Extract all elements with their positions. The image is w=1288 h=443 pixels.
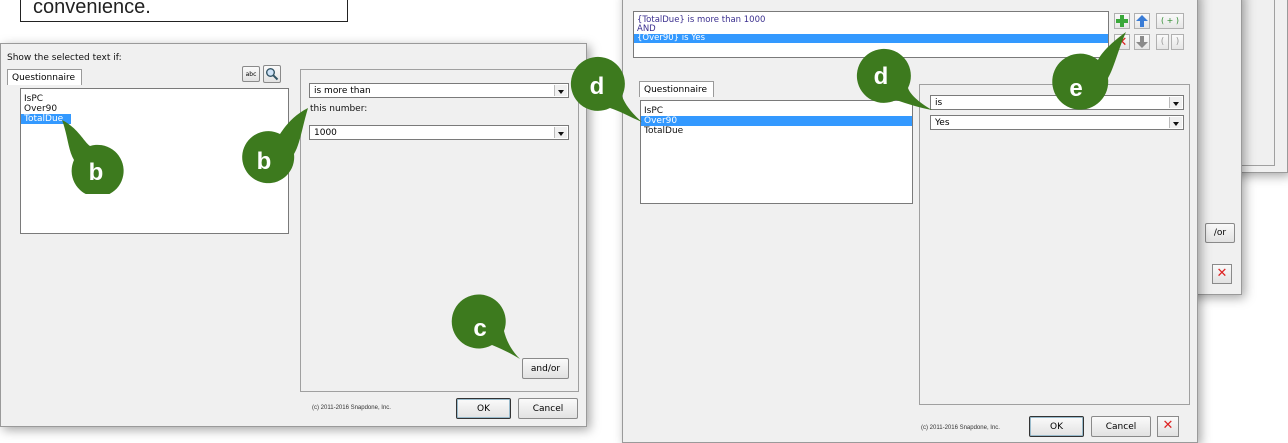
condition-item[interactable]: {TotalDue} is more than 1000: [634, 16, 1108, 25]
open-paren-button[interactable]: (: [1156, 34, 1169, 50]
value-label: this number:: [310, 104, 368, 114]
operator-value: is: [935, 98, 943, 108]
arrow-down-icon: [1136, 36, 1148, 48]
andor-button-partial[interactable]: /or: [1205, 223, 1235, 243]
add-condition-button[interactable]: [1114, 13, 1130, 29]
cancel-button[interactable]: Cancel: [1091, 416, 1151, 437]
search-icon: [266, 68, 279, 81]
operator-value: is more than: [314, 86, 371, 96]
tab-questionnaire[interactable]: Questionnaire: [639, 81, 715, 97]
add-paren-button[interactable]: ( + ): [1156, 13, 1184, 29]
copyright: (c) 2011-2016 Snapdone, Inc.: [312, 405, 391, 411]
marker-label: b: [89, 159, 104, 186]
value-text: Yes: [935, 118, 950, 128]
add-paren-label: ( + ): [1160, 16, 1180, 25]
copyright: (c) 2011-2016 Snapdone, Inc.: [921, 425, 1000, 431]
close-paren-button[interactable]: ): [1171, 34, 1184, 50]
value-text: 1000: [314, 128, 337, 138]
close-icon[interactable]: ✕: [1157, 416, 1179, 437]
marker-d-2: d: [856, 48, 932, 110]
marker-b-2: b: [242, 108, 308, 184]
cancel-button[interactable]: Cancel: [518, 398, 578, 419]
marker-label: d: [590, 73, 605, 100]
chevron-down-icon[interactable]: [1169, 117, 1182, 128]
plus-icon: [1116, 15, 1128, 27]
tab-questionnaire[interactable]: Questionnaire: [7, 69, 83, 85]
move-down-button[interactable]: [1134, 34, 1150, 50]
marker-c: c: [451, 294, 520, 359]
move-up-button[interactable]: [1134, 13, 1150, 29]
open-paren-label: (: [1160, 37, 1165, 47]
ok-button[interactable]: OK: [1029, 416, 1084, 437]
dialog-instruction: Show the selected text if:: [7, 53, 122, 63]
arrow-up-icon: [1136, 15, 1148, 27]
close-icon[interactable]: ✕: [1212, 264, 1232, 284]
marker-e: e: [1052, 32, 1126, 110]
abc-icon: abc: [245, 71, 257, 78]
chevron-down-icon[interactable]: [1169, 97, 1182, 108]
value-dropdown[interactable]: 1000: [309, 125, 569, 140]
list-item[interactable]: IsPC: [21, 94, 288, 104]
close-paren-label: ): [1175, 37, 1180, 47]
ok-button[interactable]: OK: [456, 398, 511, 419]
left-dialog: Show the selected text if: Questionnaire…: [0, 43, 587, 427]
marker-d-1: d: [570, 56, 642, 123]
list-item[interactable]: TotalDue: [641, 126, 912, 136]
marker-label: e: [1069, 75, 1082, 102]
operator-dropdown[interactable]: is more than: [309, 83, 569, 98]
marker-label: c: [473, 315, 486, 342]
callout-box: convenience.: [20, 0, 348, 22]
marker-label: b: [257, 148, 272, 175]
search-button[interactable]: [263, 65, 281, 83]
condition-panel: is Yes: [919, 84, 1190, 405]
marker-label: d: [874, 63, 889, 90]
callout-text: convenience.: [33, 0, 151, 18]
abc-toggle-button[interactable]: abc: [242, 66, 260, 82]
marker-b-1: b: [62, 120, 124, 194]
